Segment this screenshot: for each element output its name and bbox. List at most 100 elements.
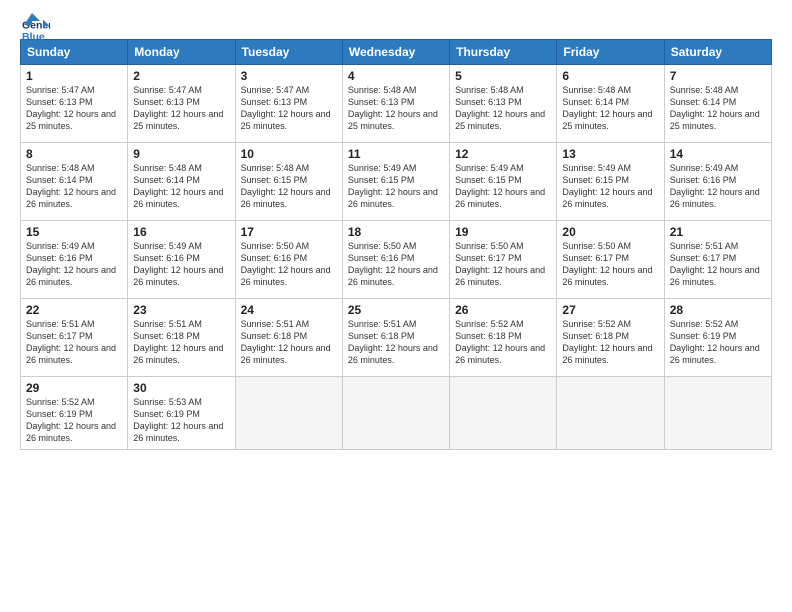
table-row: 17Sunrise: 5:50 AM Sunset: 6:16 PM Dayli…: [235, 221, 342, 299]
table-row: 30Sunrise: 5:53 AM Sunset: 6:19 PM Dayli…: [128, 377, 235, 450]
day-number: 20: [562, 225, 658, 239]
table-row: 27Sunrise: 5:52 AM Sunset: 6:18 PM Dayli…: [557, 299, 664, 377]
table-row: 13Sunrise: 5:49 AM Sunset: 6:15 PM Dayli…: [557, 143, 664, 221]
logo: General Blue: [20, 16, 50, 29]
day-info: Sunrise: 5:51 AM Sunset: 6:17 PM Dayligh…: [26, 318, 122, 367]
table-row: 5Sunrise: 5:48 AM Sunset: 6:13 PM Daylig…: [450, 65, 557, 143]
col-header-tuesday: Tuesday: [235, 40, 342, 65]
day-number: 21: [670, 225, 766, 239]
table-row: 26Sunrise: 5:52 AM Sunset: 6:18 PM Dayli…: [450, 299, 557, 377]
day-number: 16: [133, 225, 229, 239]
day-number: 7: [670, 69, 766, 83]
col-header-friday: Friday: [557, 40, 664, 65]
day-number: 2: [133, 69, 229, 83]
table-row: 19Sunrise: 5:50 AM Sunset: 6:17 PM Dayli…: [450, 221, 557, 299]
day-info: Sunrise: 5:50 AM Sunset: 6:17 PM Dayligh…: [455, 240, 551, 289]
table-row: 6Sunrise: 5:48 AM Sunset: 6:14 PM Daylig…: [557, 65, 664, 143]
table-row: 11Sunrise: 5:49 AM Sunset: 6:15 PM Dayli…: [342, 143, 449, 221]
day-info: Sunrise: 5:51 AM Sunset: 6:18 PM Dayligh…: [133, 318, 229, 367]
table-row: 24Sunrise: 5:51 AM Sunset: 6:18 PM Dayli…: [235, 299, 342, 377]
day-info: Sunrise: 5:49 AM Sunset: 6:16 PM Dayligh…: [26, 240, 122, 289]
day-info: Sunrise: 5:48 AM Sunset: 6:14 PM Dayligh…: [670, 84, 766, 133]
day-number: 8: [26, 147, 122, 161]
header: General Blue: [20, 16, 772, 29]
day-info: Sunrise: 5:48 AM Sunset: 6:14 PM Dayligh…: [26, 162, 122, 211]
day-info: Sunrise: 5:52 AM Sunset: 6:19 PM Dayligh…: [26, 396, 122, 445]
day-info: Sunrise: 5:51 AM Sunset: 6:18 PM Dayligh…: [348, 318, 444, 367]
table-row: 20Sunrise: 5:50 AM Sunset: 6:17 PM Dayli…: [557, 221, 664, 299]
day-number: 15: [26, 225, 122, 239]
day-info: Sunrise: 5:49 AM Sunset: 6:15 PM Dayligh…: [348, 162, 444, 211]
table-row: 16Sunrise: 5:49 AM Sunset: 6:16 PM Dayli…: [128, 221, 235, 299]
day-number: 17: [241, 225, 337, 239]
col-header-saturday: Saturday: [664, 40, 771, 65]
day-number: 29: [26, 381, 122, 395]
col-header-wednesday: Wednesday: [342, 40, 449, 65]
day-number: 19: [455, 225, 551, 239]
day-number: 23: [133, 303, 229, 317]
table-row: 7Sunrise: 5:48 AM Sunset: 6:14 PM Daylig…: [664, 65, 771, 143]
table-row: 14Sunrise: 5:49 AM Sunset: 6:16 PM Dayli…: [664, 143, 771, 221]
day-number: 9: [133, 147, 229, 161]
table-row: 4Sunrise: 5:48 AM Sunset: 6:13 PM Daylig…: [342, 65, 449, 143]
day-info: Sunrise: 5:52 AM Sunset: 6:19 PM Dayligh…: [670, 318, 766, 367]
table-row: 22Sunrise: 5:51 AM Sunset: 6:17 PM Dayli…: [21, 299, 128, 377]
day-info: Sunrise: 5:47 AM Sunset: 6:13 PM Dayligh…: [133, 84, 229, 133]
day-info: Sunrise: 5:49 AM Sunset: 6:16 PM Dayligh…: [670, 162, 766, 211]
table-row: 18Sunrise: 5:50 AM Sunset: 6:16 PM Dayli…: [342, 221, 449, 299]
table-row: 1Sunrise: 5:47 AM Sunset: 6:13 PM Daylig…: [21, 65, 128, 143]
table-row: 8Sunrise: 5:48 AM Sunset: 6:14 PM Daylig…: [21, 143, 128, 221]
day-number: 30: [133, 381, 229, 395]
table-row: 21Sunrise: 5:51 AM Sunset: 6:17 PM Dayli…: [664, 221, 771, 299]
day-number: 22: [26, 303, 122, 317]
day-number: 26: [455, 303, 551, 317]
day-number: 5: [455, 69, 551, 83]
table-row: 3Sunrise: 5:47 AM Sunset: 6:13 PM Daylig…: [235, 65, 342, 143]
col-header-monday: Monday: [128, 40, 235, 65]
day-number: 1: [26, 69, 122, 83]
day-number: 11: [348, 147, 444, 161]
day-number: 28: [670, 303, 766, 317]
day-info: Sunrise: 5:49 AM Sunset: 6:15 PM Dayligh…: [562, 162, 658, 211]
table-row: 23Sunrise: 5:51 AM Sunset: 6:18 PM Dayli…: [128, 299, 235, 377]
day-info: Sunrise: 5:52 AM Sunset: 6:18 PM Dayligh…: [455, 318, 551, 367]
table-row: [557, 377, 664, 450]
day-info: Sunrise: 5:51 AM Sunset: 6:17 PM Dayligh…: [670, 240, 766, 289]
day-info: Sunrise: 5:49 AM Sunset: 6:15 PM Dayligh…: [455, 162, 551, 211]
day-info: Sunrise: 5:50 AM Sunset: 6:16 PM Dayligh…: [241, 240, 337, 289]
day-number: 13: [562, 147, 658, 161]
page: General Blue SundayMon: [0, 0, 792, 612]
day-number: 27: [562, 303, 658, 317]
table-row: 25Sunrise: 5:51 AM Sunset: 6:18 PM Dayli…: [342, 299, 449, 377]
day-info: Sunrise: 5:47 AM Sunset: 6:13 PM Dayligh…: [26, 84, 122, 133]
day-number: 12: [455, 147, 551, 161]
day-info: Sunrise: 5:48 AM Sunset: 6:13 PM Dayligh…: [455, 84, 551, 133]
day-info: Sunrise: 5:48 AM Sunset: 6:15 PM Dayligh…: [241, 162, 337, 211]
table-row: [664, 377, 771, 450]
day-number: 10: [241, 147, 337, 161]
day-info: Sunrise: 5:50 AM Sunset: 6:16 PM Dayligh…: [348, 240, 444, 289]
day-number: 3: [241, 69, 337, 83]
day-info: Sunrise: 5:53 AM Sunset: 6:19 PM Dayligh…: [133, 396, 229, 445]
table-row: 15Sunrise: 5:49 AM Sunset: 6:16 PM Dayli…: [21, 221, 128, 299]
day-number: 14: [670, 147, 766, 161]
day-number: 25: [348, 303, 444, 317]
day-info: Sunrise: 5:50 AM Sunset: 6:17 PM Dayligh…: [562, 240, 658, 289]
table-row: 2Sunrise: 5:47 AM Sunset: 6:13 PM Daylig…: [128, 65, 235, 143]
day-number: 4: [348, 69, 444, 83]
day-number: 18: [348, 225, 444, 239]
table-row: 29Sunrise: 5:52 AM Sunset: 6:19 PM Dayli…: [21, 377, 128, 450]
svg-text:Blue: Blue: [22, 31, 45, 43]
day-info: Sunrise: 5:48 AM Sunset: 6:13 PM Dayligh…: [348, 84, 444, 133]
day-info: Sunrise: 5:47 AM Sunset: 6:13 PM Dayligh…: [241, 84, 337, 133]
day-info: Sunrise: 5:48 AM Sunset: 6:14 PM Dayligh…: [133, 162, 229, 211]
table-row: [235, 377, 342, 450]
day-info: Sunrise: 5:48 AM Sunset: 6:14 PM Dayligh…: [562, 84, 658, 133]
day-number: 6: [562, 69, 658, 83]
table-row: 9Sunrise: 5:48 AM Sunset: 6:14 PM Daylig…: [128, 143, 235, 221]
day-info: Sunrise: 5:49 AM Sunset: 6:16 PM Dayligh…: [133, 240, 229, 289]
table-row: [450, 377, 557, 450]
day-info: Sunrise: 5:52 AM Sunset: 6:18 PM Dayligh…: [562, 318, 658, 367]
table-row: 28Sunrise: 5:52 AM Sunset: 6:19 PM Dayli…: [664, 299, 771, 377]
day-info: Sunrise: 5:51 AM Sunset: 6:18 PM Dayligh…: [241, 318, 337, 367]
